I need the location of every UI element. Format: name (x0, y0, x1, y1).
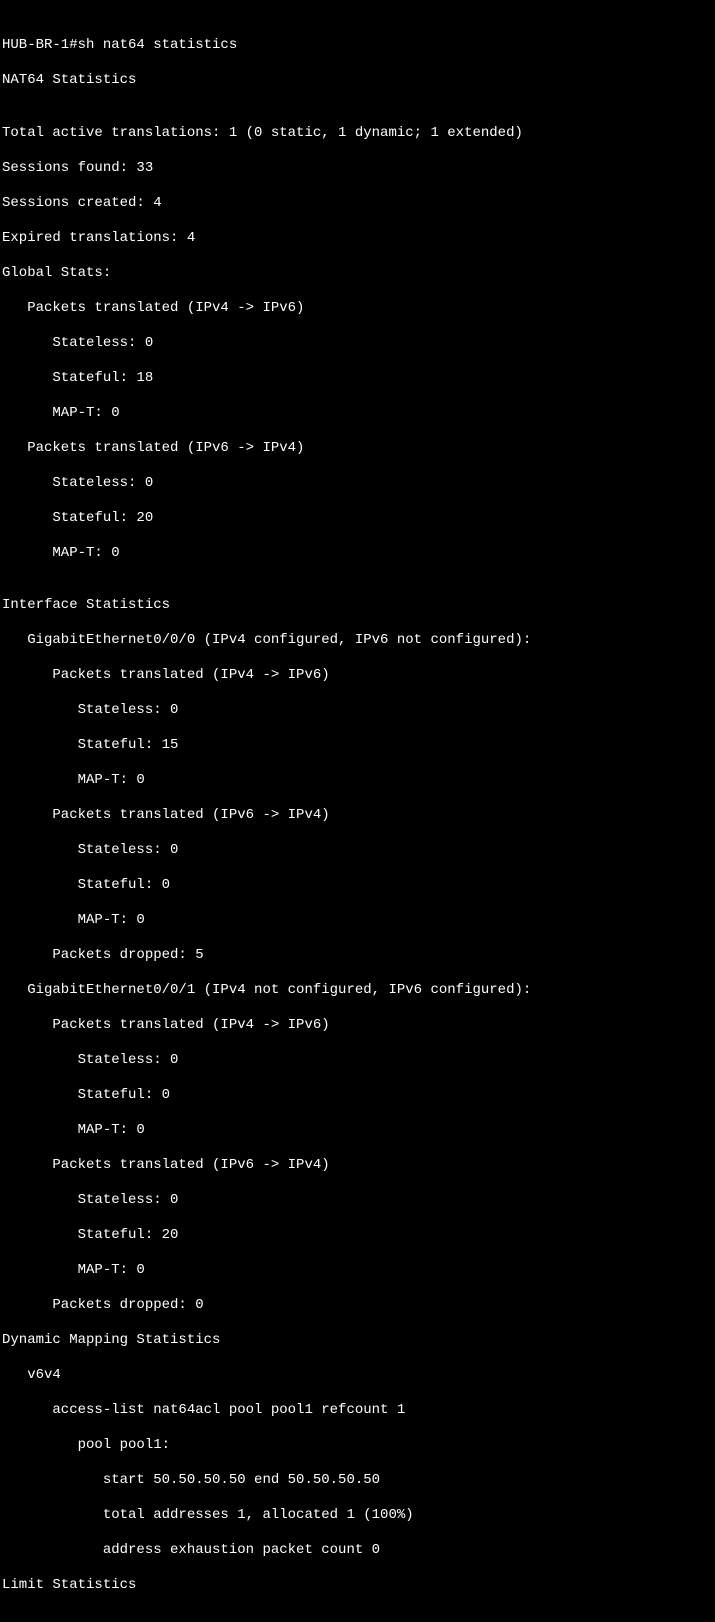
iface-g000-name: GigabitEthernet0/0/0 (IPv4 configured, I… (2, 632, 715, 650)
global-v6v4-stateful: Stateful: 20 (2, 510, 715, 528)
iface-g000-dropped: Packets dropped: 5 (2, 947, 715, 965)
global-v6v4-header: Packets translated (IPv6 -> IPv4) (2, 440, 715, 458)
dynamic-mapping-header: Dynamic Mapping Statistics (2, 1332, 715, 1350)
dynmap-range: start 50.50.50.50 end 50.50.50.50 (2, 1472, 715, 1490)
iface-g001-v4v6-stateful: Stateful: 0 (2, 1087, 715, 1105)
iface-g001-v6v4-header: Packets translated (IPv6 -> IPv4) (2, 1157, 715, 1175)
iface-g001-v4v6-mapt: MAP-T: 0 (2, 1122, 715, 1140)
iface-g001-v6v4-mapt: MAP-T: 0 (2, 1262, 715, 1280)
sessions-created: Sessions created: 4 (2, 195, 715, 213)
iface-g001-v6v4-stateless: Stateless: 0 (2, 1192, 715, 1210)
global-v4v6-header: Packets translated (IPv4 -> IPv6) (2, 300, 715, 318)
dynmap-exhaust: address exhaustion packet count 0 (2, 1542, 715, 1560)
global-v4v6-stateless: Stateless: 0 (2, 335, 715, 353)
iface-g000-v6v4-stateful: Stateful: 0 (2, 877, 715, 895)
iface-g001-v4v6-header: Packets translated (IPv4 -> IPv6) (2, 1017, 715, 1035)
total-active-translations: Total active translations: 1 (0 static, … (2, 125, 715, 143)
iface-g000-v6v4-mapt: MAP-T: 0 (2, 912, 715, 930)
iface-g000-v6v4-stateless: Stateless: 0 (2, 842, 715, 860)
global-v6v4-mapt: MAP-T: 0 (2, 545, 715, 563)
iface-g000-v4v6-header: Packets translated (IPv4 -> IPv6) (2, 667, 715, 685)
interface-stats-header: Interface Statistics (2, 597, 715, 615)
command-prompt: HUB-BR-1#sh nat64 statistics (2, 37, 715, 55)
iface-g001-v6v4-stateful: Stateful: 20 (2, 1227, 715, 1245)
iface-g000-v4v6-stateful: Stateful: 15 (2, 737, 715, 755)
dynmap-poolname: pool pool1: (2, 1437, 715, 1455)
global-v4v6-mapt: MAP-T: 0 (2, 405, 715, 423)
global-v4v6-stateful: Stateful: 18 (2, 370, 715, 388)
dynmap-total: total addresses 1, allocated 1 (100%) (2, 1507, 715, 1525)
global-v6v4-stateless: Stateless: 0 (2, 475, 715, 493)
sessions-found: Sessions found: 33 (2, 160, 715, 178)
iface-g001-v4v6-stateless: Stateless: 0 (2, 1052, 715, 1070)
dynmap-acl: access-list nat64acl pool pool1 refcount… (2, 1402, 715, 1420)
iface-g000-v4v6-mapt: MAP-T: 0 (2, 772, 715, 790)
global-stats-header: Global Stats: (2, 265, 715, 283)
limit-stats-header: Limit Statistics (2, 1577, 715, 1595)
iface-g000-v4v6-stateless: Stateless: 0 (2, 702, 715, 720)
iface-g001-dropped: Packets dropped: 0 (2, 1297, 715, 1315)
dynmap-v6v4: v6v4 (2, 1367, 715, 1385)
iface-g000-v6v4-header: Packets translated (IPv6 -> IPv4) (2, 807, 715, 825)
output-title: NAT64 Statistics (2, 72, 715, 90)
iface-g001-name: GigabitEthernet0/0/1 (IPv4 not configure… (2, 982, 715, 1000)
expired-translations: Expired translations: 4 (2, 230, 715, 248)
